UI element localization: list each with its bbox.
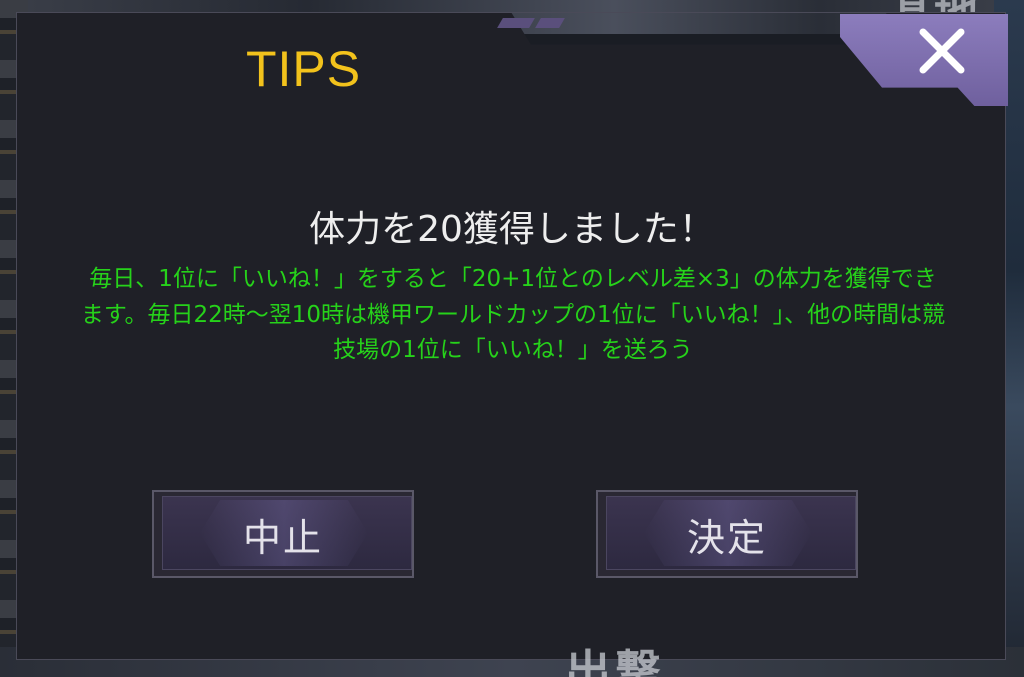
close-icon [919, 28, 965, 74]
cancel-button[interactable]: 中止 [152, 490, 414, 578]
confirm-button[interactable]: 決定 [596, 490, 858, 578]
cancel-button-label: 中止 [242, 515, 323, 560]
confirm-button-label: 決定 [686, 515, 767, 560]
decoration-bar [497, 18, 535, 28]
reward-heading: 体力を20獲得しました！ [309, 209, 715, 250]
dialog-title: TIPS [246, 41, 362, 97]
close-button[interactable] [906, 20, 978, 82]
game-screen: 基地 TIPS 体力を20獲得しました！ 毎日、1位に「いいね！」をすると「20… [0, 0, 1024, 677]
background-sortie-text: 出撃 [565, 645, 665, 677]
tips-description: 毎日、1位に「いいね！」をすると「20+1位とのレベル差×3」の体力を獲得できま… [80, 266, 946, 364]
